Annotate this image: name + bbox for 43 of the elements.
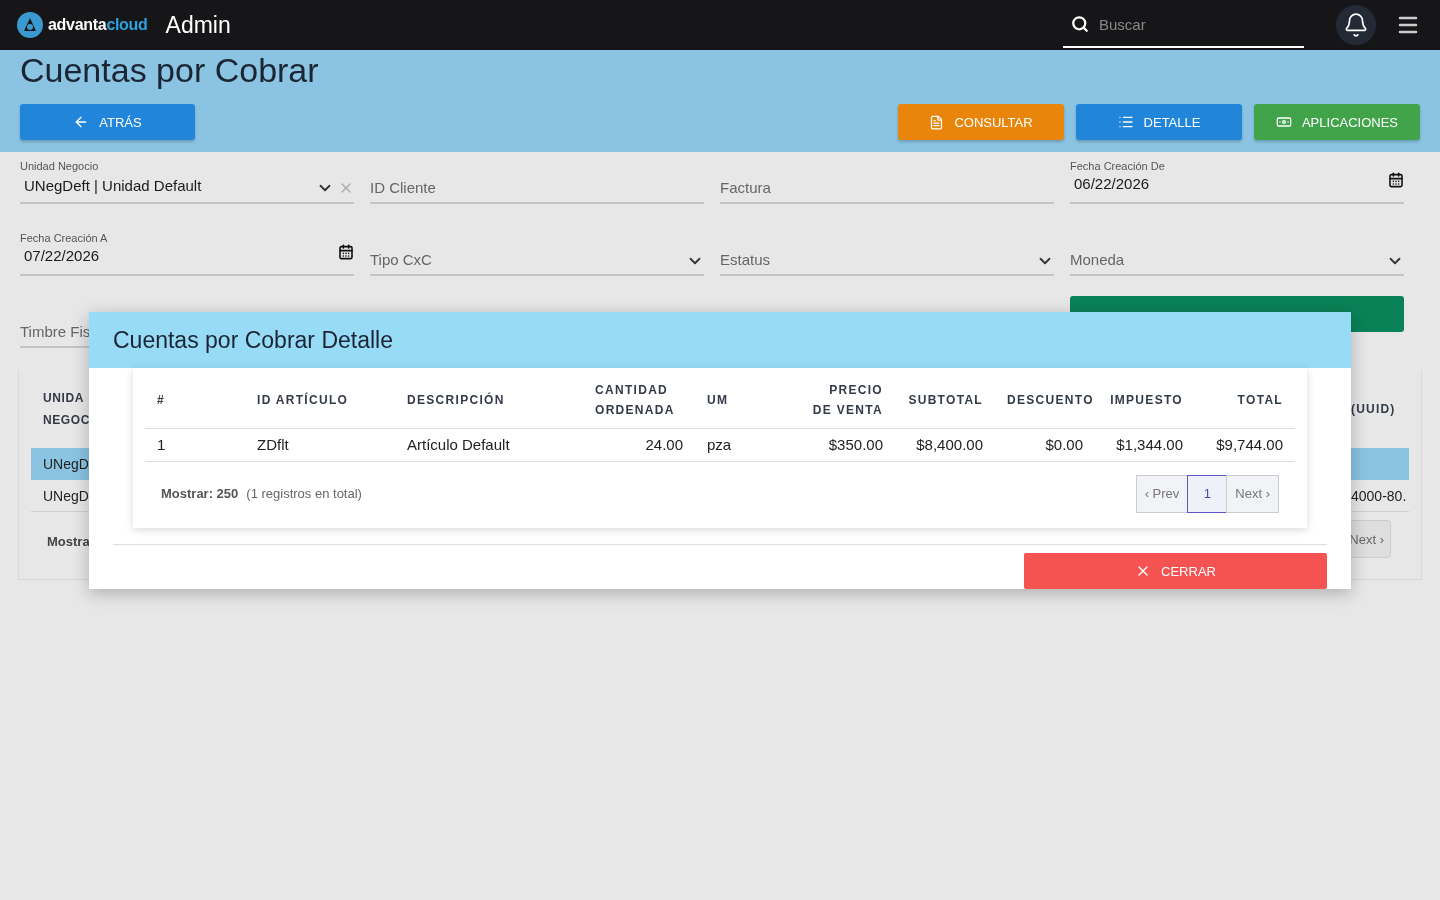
app-title: Admin — [165, 11, 231, 39]
column-header: DESCUENTO — [995, 372, 1095, 428]
dialog-title: Cuentas por Cobrar Detalle — [113, 326, 393, 354]
column-header: UM — [695, 372, 785, 428]
column-header: ID ARTÍCULO — [245, 372, 395, 428]
table-cell: 24.00 — [583, 428, 695, 461]
record-count: (1 registros en total) — [246, 486, 362, 501]
column-header: CANTIDAD ORDENADA — [583, 372, 695, 428]
table-cell-text: UNegD — [42, 487, 89, 504]
field-label: Fecha Creación A — [20, 232, 108, 244]
select-placeholder: Tipo CxC — [370, 251, 682, 270]
table-cell-text: UNegD — [42, 456, 89, 472]
table-cell: $8,400.00 — [895, 428, 995, 461]
column-header: DESCRIPCIÓN — [395, 372, 583, 428]
page-size-label: Mostrar: 250 — [161, 486, 239, 501]
field-value: UNegDeft | Unidad Default — [24, 177, 203, 194]
column-header: IMPUESTO — [1095, 372, 1195, 428]
page-size-label: Mostra — [46, 533, 89, 549]
column-header: NEGOC — [43, 412, 90, 429]
column-header: PRECIO DE VENTA — [785, 372, 895, 428]
table-cell: 1 — [145, 428, 245, 461]
table-cell: Artículo Default — [395, 428, 583, 461]
column-header: # — [145, 372, 245, 428]
column-header: TOTAL — [1195, 372, 1295, 428]
select-placeholder: Estatus — [720, 251, 1032, 270]
column-header: (UUID) — [1351, 401, 1396, 418]
logo-text: cloud — [106, 16, 148, 33]
select-placeholder: Moneda — [1070, 251, 1382, 270]
table-cell: $0.00 — [995, 428, 1095, 461]
table-cell: ZDflt — [245, 428, 395, 461]
field-label: Unidad Negocio — [20, 160, 99, 172]
field-value: 06/22/2026 — [1074, 174, 1151, 192]
table-cell: $9,744.00 — [1195, 428, 1295, 461]
column-header: UNIDA — [43, 390, 84, 407]
table-cell: $1,344.00 — [1095, 428, 1195, 461]
logo-text: advanta — [48, 16, 107, 33]
table-cell: pza — [695, 428, 785, 461]
field-label: Fecha Creación De — [1070, 160, 1165, 172]
table-cell: $350.00 — [785, 428, 895, 461]
column-header: SUBTOTAL — [895, 372, 995, 428]
field-value: 07/22/2026 — [24, 246, 101, 264]
table-cell: 4000-80. — [1351, 487, 1407, 504]
page-title: Cuentas por Cobrar — [20, 50, 320, 91]
